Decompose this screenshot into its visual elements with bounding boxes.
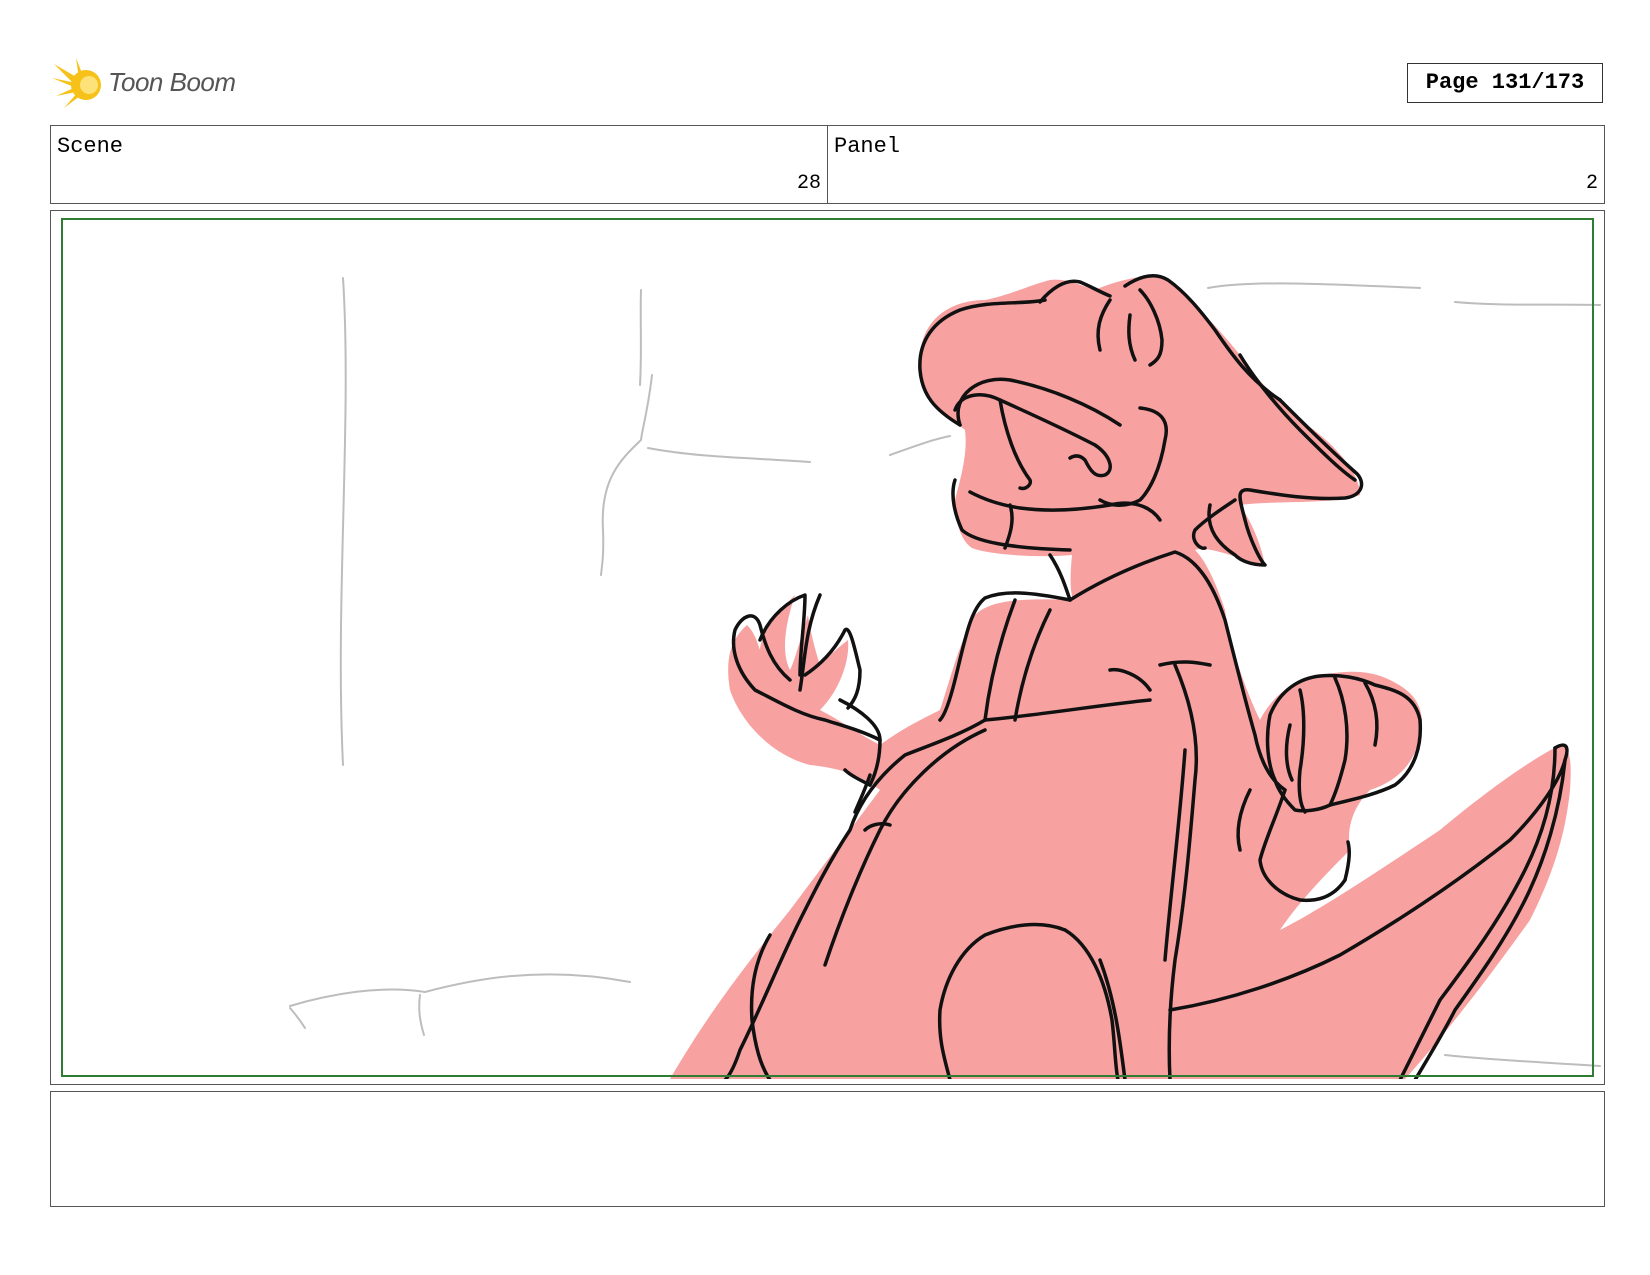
character-fill [670,275,1571,1079]
starburst-icon [52,58,101,108]
logo-text: Toon Boom [108,67,236,97]
panel-label: Panel [834,134,901,159]
toon-boom-logo: Toon Boom [52,56,252,112]
notes-box[interactable] [50,1091,1605,1207]
page-number: Page 131/173 [1407,63,1603,103]
panel-cell: Panel 2 [827,126,1604,203]
scene-panel-info: Scene 28 Panel 2 [50,125,1605,204]
scene-label: Scene [57,134,124,159]
panel-value: 2 [1585,172,1598,195]
scene-cell: Scene 28 [51,126,827,203]
panel-drawing [289,274,1601,1079]
scene-value: 28 [796,172,821,195]
